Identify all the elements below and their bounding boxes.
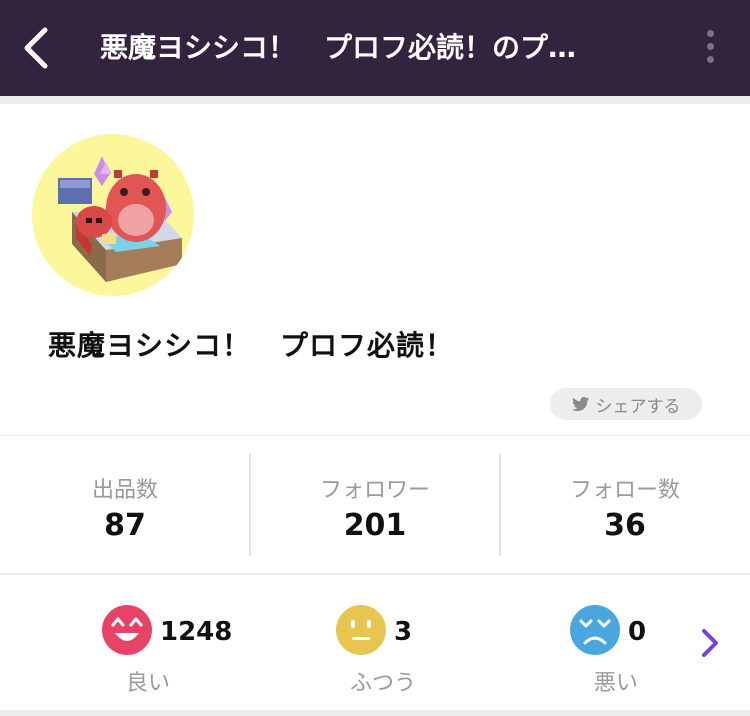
rating-label: ふつう (350, 671, 417, 696)
rating-neutral: 3 ふつう (336, 605, 456, 696)
rating-label: 良い (126, 671, 171, 696)
profile-card: 悪魔ヨシシコ！ プロフ必読！ シェアする (0, 104, 750, 435)
rating-count: 1248 (160, 617, 233, 647)
profile-name: 悪魔ヨシシコ！ プロフ必読！ (48, 329, 455, 362)
chevron-left-icon (24, 27, 48, 69)
more-options-button[interactable] (700, 30, 720, 70)
header-bar: 悪魔ヨシシコ！ プロフ必読！のプ… (0, 0, 750, 96)
page-title: 悪魔ヨシシコ！ プロフ必読！のプ… (100, 31, 577, 64)
stat-listings[interactable]: 出品数 87 (0, 436, 250, 573)
ratings-row[interactable]: 1248 良い 3 ふつう 0 悪い (0, 575, 750, 710)
stat-followers[interactable]: フォロワー 201 (250, 436, 500, 573)
happy-face-icon (102, 605, 152, 655)
rating-count: 3 (394, 617, 413, 647)
rating-label: 悪い (594, 671, 639, 696)
rating-count: 0 (628, 617, 647, 647)
stat-value: 201 (343, 508, 407, 543)
stats-row: 出品数 87 フォロワー 201 フォロー数 36 (0, 436, 750, 573)
rating-bad: 0 悪い (570, 605, 680, 696)
stat-value: 87 (104, 508, 146, 543)
neutral-face-icon (336, 605, 386, 655)
share-label: シェアする (595, 396, 681, 417)
stat-following[interactable]: フォロー数 36 (500, 436, 750, 573)
stat-label: 出品数 (91, 478, 158, 503)
more-vertical-icon (706, 30, 714, 37)
share-button[interactable]: シェアする (550, 388, 702, 420)
sad-face-icon (570, 605, 620, 655)
stat-value: 36 (604, 508, 646, 543)
twitter-bird-icon (571, 396, 589, 411)
rating-good: 1248 良い (102, 605, 242, 696)
back-button[interactable] (12, 22, 60, 74)
avatar[interactable] (32, 134, 194, 296)
chevron-right-icon[interactable] (696, 625, 724, 661)
stat-label: フォロー数 (569, 478, 680, 503)
avatar-illustration (58, 156, 182, 282)
stat-label: フォロワー (319, 478, 430, 503)
